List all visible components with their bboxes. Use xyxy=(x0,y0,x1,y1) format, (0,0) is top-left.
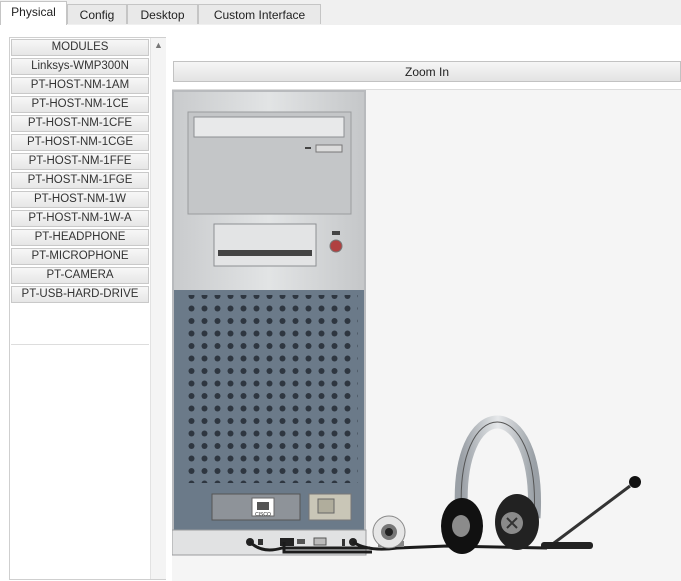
headphone-port-icon xyxy=(258,539,263,545)
webcam xyxy=(372,515,406,549)
module-item-pt-host-nm-1w[interactable]: PT-HOST-NM-1W xyxy=(11,191,149,208)
tab-physical[interactable]: Physical xyxy=(0,1,67,26)
usb-port-icon xyxy=(280,538,294,546)
microphone xyxy=(541,476,641,549)
device-canvas: CISCO xyxy=(172,89,681,581)
module-item-pt-host-nm-1fge[interactable]: PT-HOST-NM-1FGE xyxy=(11,172,149,189)
module-list-scrollbar[interactable]: ▲ xyxy=(150,38,166,579)
module-item-pt-host-nm-1am[interactable]: PT-HOST-NM-1AM xyxy=(11,77,149,94)
tab-bar: Physical Config Desktop Custom Interface xyxy=(0,0,681,26)
zoom-in-button[interactable]: Zoom In xyxy=(173,61,681,82)
power-led-icon xyxy=(332,231,340,235)
power-button-icon xyxy=(329,239,343,253)
pc-tower: CISCO xyxy=(172,90,367,556)
microphone-port-icon xyxy=(342,539,345,546)
ethernet-nic-module[interactable]: CISCO xyxy=(211,493,301,521)
module-item-pt-headphone[interactable]: PT-HEADPHONE xyxy=(11,229,149,246)
module-item-pt-host-nm-1w-a[interactable]: PT-HOST-NM-1W-A xyxy=(11,210,149,227)
tab-custom-interface[interactable]: Custom Interface xyxy=(198,4,321,24)
modules-header: MODULES xyxy=(11,39,149,56)
module-list-empty-area xyxy=(11,302,149,345)
module-item-pt-host-nm-1ce[interactable]: PT-HOST-NM-1CE xyxy=(11,96,149,113)
module-item-pt-host-nm-1ffe[interactable]: PT-HOST-NM-1FFE xyxy=(11,153,149,170)
headset xyxy=(441,415,541,554)
module-item-linksys-wmp300n[interactable]: Linksys-WMP300N xyxy=(11,58,149,75)
nic-label: CISCO xyxy=(255,512,271,518)
module-item-pt-host-nm-1cge[interactable]: PT-HOST-NM-1CGE xyxy=(11,134,149,151)
empty-module-slot[interactable] xyxy=(308,493,352,521)
module-item-pt-usb-hard-drive[interactable]: PT-USB-HARD-DRIVE xyxy=(11,286,149,303)
module-item-pt-camera[interactable]: PT-CAMERA xyxy=(11,267,149,284)
optical-drive-bay xyxy=(187,111,352,215)
floppy-drive xyxy=(213,223,317,267)
tab-config[interactable]: Config xyxy=(67,4,127,24)
module-item-pt-host-nm-1cfe[interactable]: PT-HOST-NM-1CFE xyxy=(11,115,149,132)
scroll-up-arrow-icon[interactable]: ▲ xyxy=(151,38,166,53)
module-item-pt-microphone[interactable]: PT-MICROPHONE xyxy=(11,248,149,265)
tab-desktop[interactable]: Desktop xyxy=(127,4,198,24)
module-list: MODULES Linksys-WMP300N PT-HOST-NM-1AM P… xyxy=(11,39,149,305)
device-illustration: CISCO xyxy=(172,90,641,556)
modules-panel: MODULES Linksys-WMP300N PT-HOST-NM-1AM P… xyxy=(9,37,166,580)
